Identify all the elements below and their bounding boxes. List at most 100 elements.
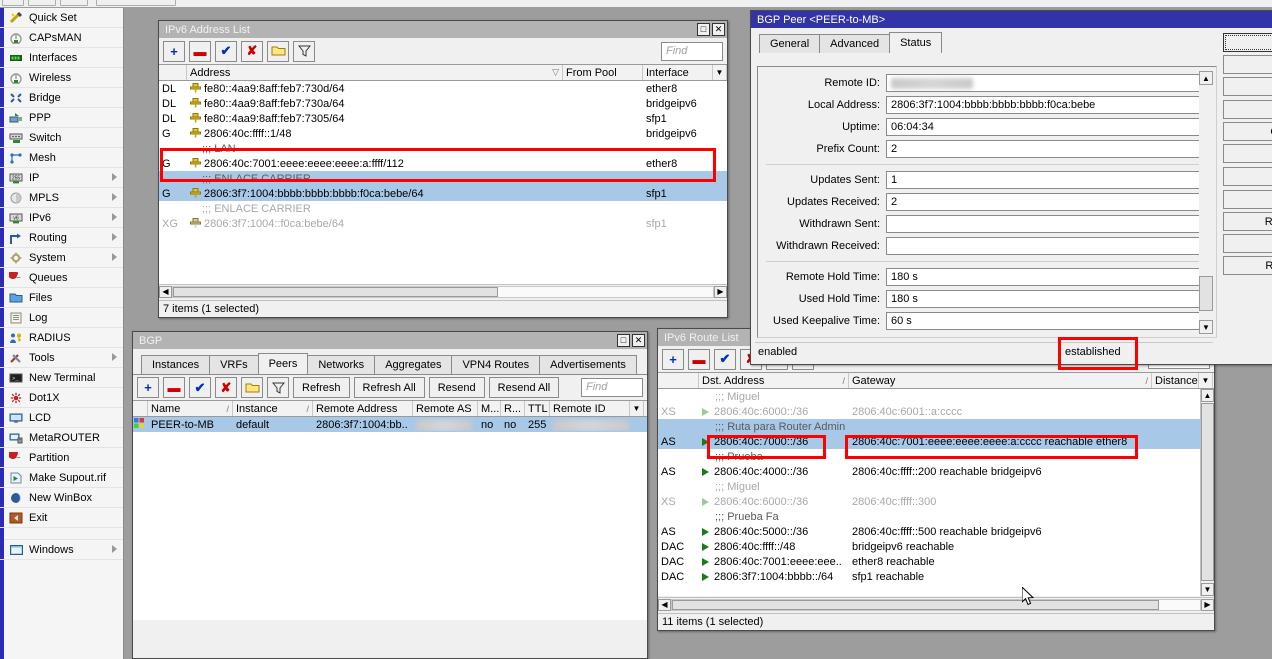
sidebar-item-mpls[interactable]: MPLS [0,188,123,208]
field-used-keepalive-time[interactable]: 60 s [886,312,1202,330]
sidebar-item-partition[interactable]: Partition [0,448,123,468]
sidebar-item-log[interactable]: Log [0,308,123,328]
column-header-gateway[interactable]: Gateway / [849,373,1152,388]
find-input[interactable]: Find [661,42,723,61]
sidebar-item-system[interactable]: System [0,248,123,268]
add-button[interactable]: + [163,41,185,62]
sidebar-item-radius[interactable]: RADIUS [0,328,123,348]
maximize-button[interactable]: □ [697,23,710,36]
column-header-remote-as[interactable]: Remote AS [413,401,478,416]
field-updates-received[interactable]: 2 [886,193,1202,211]
find-input[interactable]: Find [581,378,643,397]
column-header-distance[interactable]: Distance [1152,373,1199,388]
tab-vrfs[interactable]: VRFs [209,355,259,374]
scroll-left-arrow[interactable]: ◀ [159,286,172,298]
field-uptime[interactable]: 06:04:34 [886,118,1202,136]
maximize-button[interactable]: □ [617,334,630,347]
column-header-from-pool[interactable]: From Pool [563,65,643,80]
column-header-remote-address[interactable]: Remote Address [313,401,413,416]
close-button[interactable]: ✕ [712,23,725,36]
scroll-down-arrow[interactable]: ▼ [1201,583,1214,596]
sidebar-item-dot1x[interactable]: Dot1X [0,388,123,408]
table-row[interactable]: G2806:3f7:1004:bbbb:bbbb:bbbb:f0ca:bebe/… [159,186,727,201]
toolbar-button-2[interactable] [28,0,56,6]
refresh-all-button[interactable]: Refresh All [1223,212,1272,231]
table-row-comment[interactable]: ;;; ENLACE CARRIER [159,201,727,216]
window-titlebar[interactable]: BGP Peer <PEER-to-MB> [751,11,1272,28]
table-row[interactable]: PEER-to-MBdefault2806:3f7:1004:bb..nono2… [133,417,647,432]
sidebar-item-queues[interactable]: Queues [0,268,123,288]
form-vertical-scrollbar[interactable]: ▲ ▼ [1199,71,1214,334]
sidebar-item-wireless[interactable]: Wireless [0,68,123,88]
enable-button[interactable]: ✔ [714,349,736,370]
field-used-hold-time[interactable]: 180 s [886,290,1202,308]
sidebar-item-interfaces[interactable]: Interfaces [0,48,123,68]
disable-button[interactable]: Disable [1223,100,1272,119]
toolbar-button-3[interactable] [60,0,88,6]
tab-networks[interactable]: Networks [307,355,375,374]
table-row-comment[interactable]: ;;; ENLACE CARRIER [159,171,727,186]
resend-button[interactable]: Resend [1223,234,1272,253]
column-header-address[interactable]: Address ▽ [187,65,563,80]
comment-button[interactable]: Comment [1223,122,1272,141]
sidebar-item-ppp[interactable]: PPP [0,108,123,128]
column-menu-button[interactable]: ▼ [630,401,644,416]
table-row[interactable]: DAC2806:40c:ffff::/48bridgeipv6 reachabl… [658,539,1201,554]
copy-button[interactable]: Copy [1223,144,1272,163]
window-titlebar[interactable]: IPv6 Address List □ ✕ [159,21,727,38]
table-row-comment[interactable]: ;;; Ruta para Router Admin 1 [658,419,1201,434]
column-header-dst-address[interactable]: Dst. Address / [699,373,849,388]
sidebar-item-bridge[interactable]: Bridge [0,88,123,108]
sidebar-item-ip[interactable]: 255IP [0,168,123,188]
table-row[interactable]: DLfe80::4aa9:8aff:feb7:730a/64bridgeipv6 [159,96,727,111]
table-row-comment[interactable]: ;;; Prueba Fa [658,509,1201,524]
table-row-comment[interactable]: ;;; Miguel [658,479,1201,494]
table-row[interactable]: XS2806:40c:6000::/362806:40c:6001::a:ccc… [658,404,1201,419]
remove-button[interactable]: ▬ [688,349,710,370]
column-menu-button[interactable]: ▼ [713,65,727,80]
scroll-thumb[interactable] [1199,276,1213,311]
tab-aggregates[interactable]: Aggregates [374,355,452,374]
table-row-comment[interactable]: ;;; LAN [159,141,727,156]
field-remote-id[interactable] [886,74,1202,92]
table-row[interactable]: AS2806:40c:5000::/362806:40c:ffff::500 r… [658,524,1201,539]
add-button[interactable]: + [137,377,159,398]
table-row[interactable]: G2806:40c:ffff::1/48bridgeipv6 [159,126,727,141]
scroll-thumb[interactable] [173,287,498,297]
sidebar-item-lcd[interactable]: LCD [0,408,123,428]
field-prefix-count[interactable]: 2 [886,140,1202,158]
sidebar-item-ipv6[interactable]: v6IPv6 [0,208,123,228]
column-header-name[interactable]: Name / [148,401,233,416]
scroll-right-arrow[interactable]: ▶ [1201,599,1214,611]
add-button[interactable]: + [662,349,684,370]
enable-button[interactable]: ✔ [189,377,211,398]
table-row[interactable]: DAC2806:3f7:1004:bbbb::/64sfp1 reachable [658,569,1201,584]
horizontal-scrollbar[interactable]: ◀ ▶ [658,597,1214,611]
apply-button[interactable]: Apply [1223,77,1272,96]
comment-button[interactable] [241,377,263,398]
table-row[interactable]: DLfe80::4aa9:8aff:feb7:7305/64sfp1 [159,111,727,126]
sidebar-item-metarouter[interactable]: MetaROUTER [0,428,123,448]
vertical-scrollbar[interactable]: ▲ ▼ [1200,389,1214,596]
resend-button[interactable]: Resend [429,377,485,398]
column-header-remote-id[interactable]: Remote ID [550,401,630,416]
sidebar-item-make-supout-rif[interactable]: Make Supout.rif [0,468,123,488]
filter-button[interactable] [267,377,289,398]
tab-peers[interactable]: Peers [258,353,309,374]
sidebar-item-tools[interactable]: Tools [0,348,123,368]
column-header-flags[interactable] [658,373,699,388]
scroll-track[interactable] [172,286,714,298]
sidebar-item-exit[interactable]: Exit [0,508,123,528]
field-local-address[interactable]: 2806:3f7:1004:bbbb:bbbb:bbbb:f0ca:bebe [886,96,1202,114]
remove-button[interactable]: ▬ [163,377,185,398]
field-withdrawn-received[interactable] [886,237,1202,255]
scroll-up-arrow[interactable]: ▲ [1199,71,1213,85]
filter-button[interactable] [293,41,315,62]
table-row[interactable]: AS2806:40c:4000::/362806:40c:ffff::200 r… [658,464,1201,479]
toolbar-button-1[interactable] [2,0,24,6]
column-header-flags[interactable] [159,65,187,80]
scroll-track[interactable] [671,599,1201,611]
scroll-right-arrow[interactable]: ▶ [714,286,727,298]
sidebar-item-mesh[interactable]: Mesh [0,148,123,168]
column-header-m[interactable]: M... [478,401,501,416]
